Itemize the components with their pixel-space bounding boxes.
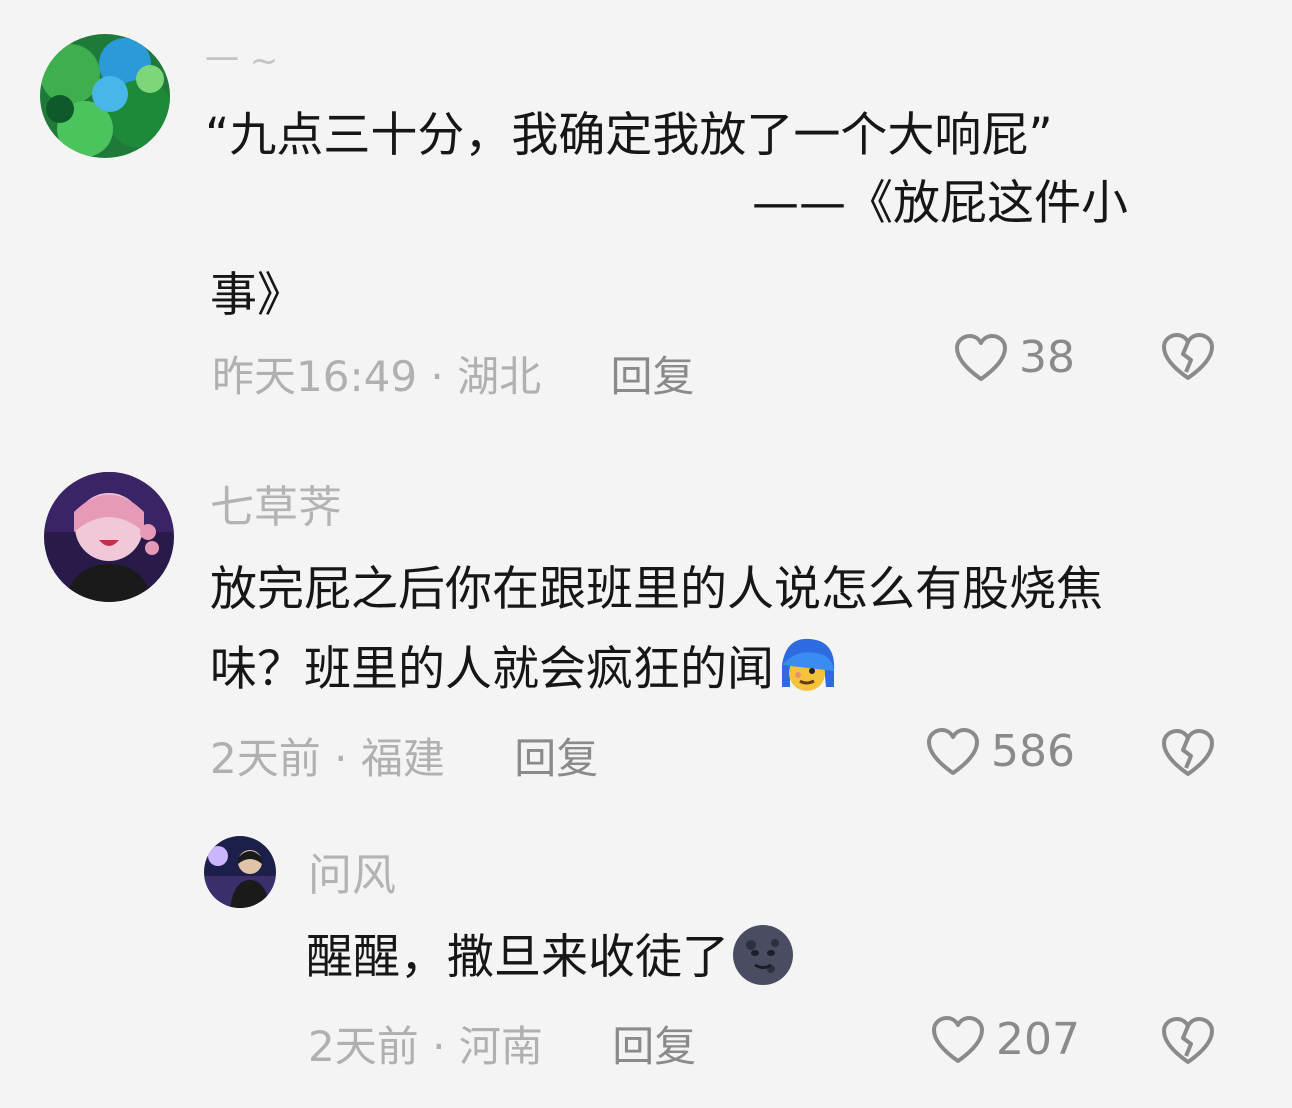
broken-heart-icon[interactable] [1160,728,1216,778]
like-count: 207 [996,1014,1080,1065]
meta-separator: · [430,352,444,401]
comment-location: 福建 [360,734,445,783]
username[interactable]: 问风 [308,854,396,898]
reply-button[interactable]: 回复 [514,734,598,783]
reply-button[interactable]: 回复 [611,352,695,401]
moon-face-emoji-icon [731,923,795,987]
heart-icon [927,727,979,775]
comment-meta: 昨天16:49 · 湖北 回复 [212,356,695,398]
like-button[interactable]: 586 [925,726,1075,777]
meta-separator: · [334,734,348,783]
reply-button[interactable]: 回复 [612,1022,696,1071]
reply-text: 醒醒，撒旦来收徒了 [306,918,795,998]
comment-text-line-3: 事》 [210,268,304,323]
comment-text: 醒醒，撒旦来收徒了 [306,930,729,985]
username[interactable]: 一 ~ [205,44,278,78]
like-count: 38 [1019,332,1075,383]
like-button[interactable]: 38 [953,332,1075,383]
comment-text-line-1: 放完屁之后你在跟班里的人说怎么有股烧焦 [210,562,1103,617]
like-button[interactable]: 207 [930,1014,1080,1065]
comment-text: 味？班里的人就会疯狂的闻 [210,642,774,697]
broken-heart-icon[interactable] [1160,1016,1216,1066]
comment-time: 昨天16:49 [212,352,418,401]
avatar[interactable] [204,836,276,908]
comment-text-line-2: 味？班里的人就会疯狂的闻 [210,630,840,710]
comment-location: 河南 [458,1022,543,1071]
blue-hair-emoji-icon [776,635,840,699]
comment-location: 湖北 [457,352,542,401]
heart-icon [932,1015,984,1063]
heart-icon [955,333,1007,381]
avatar[interactable] [44,472,174,602]
like-count: 586 [991,726,1075,777]
comment-meta: 2天前 · 河南 回复 [308,1026,696,1068]
avatar[interactable] [40,34,170,158]
comment-time: 2天前 [308,1022,419,1071]
meta-separator: · [432,1022,446,1071]
comment-meta: 2天前 · 福建 回复 [210,738,598,780]
broken-heart-icon[interactable] [1160,332,1216,382]
comment-time: 2天前 [210,734,321,783]
comment-text-line-2: ——《放屁这件小 [752,176,1128,231]
username[interactable]: 七草荠 [210,486,342,530]
